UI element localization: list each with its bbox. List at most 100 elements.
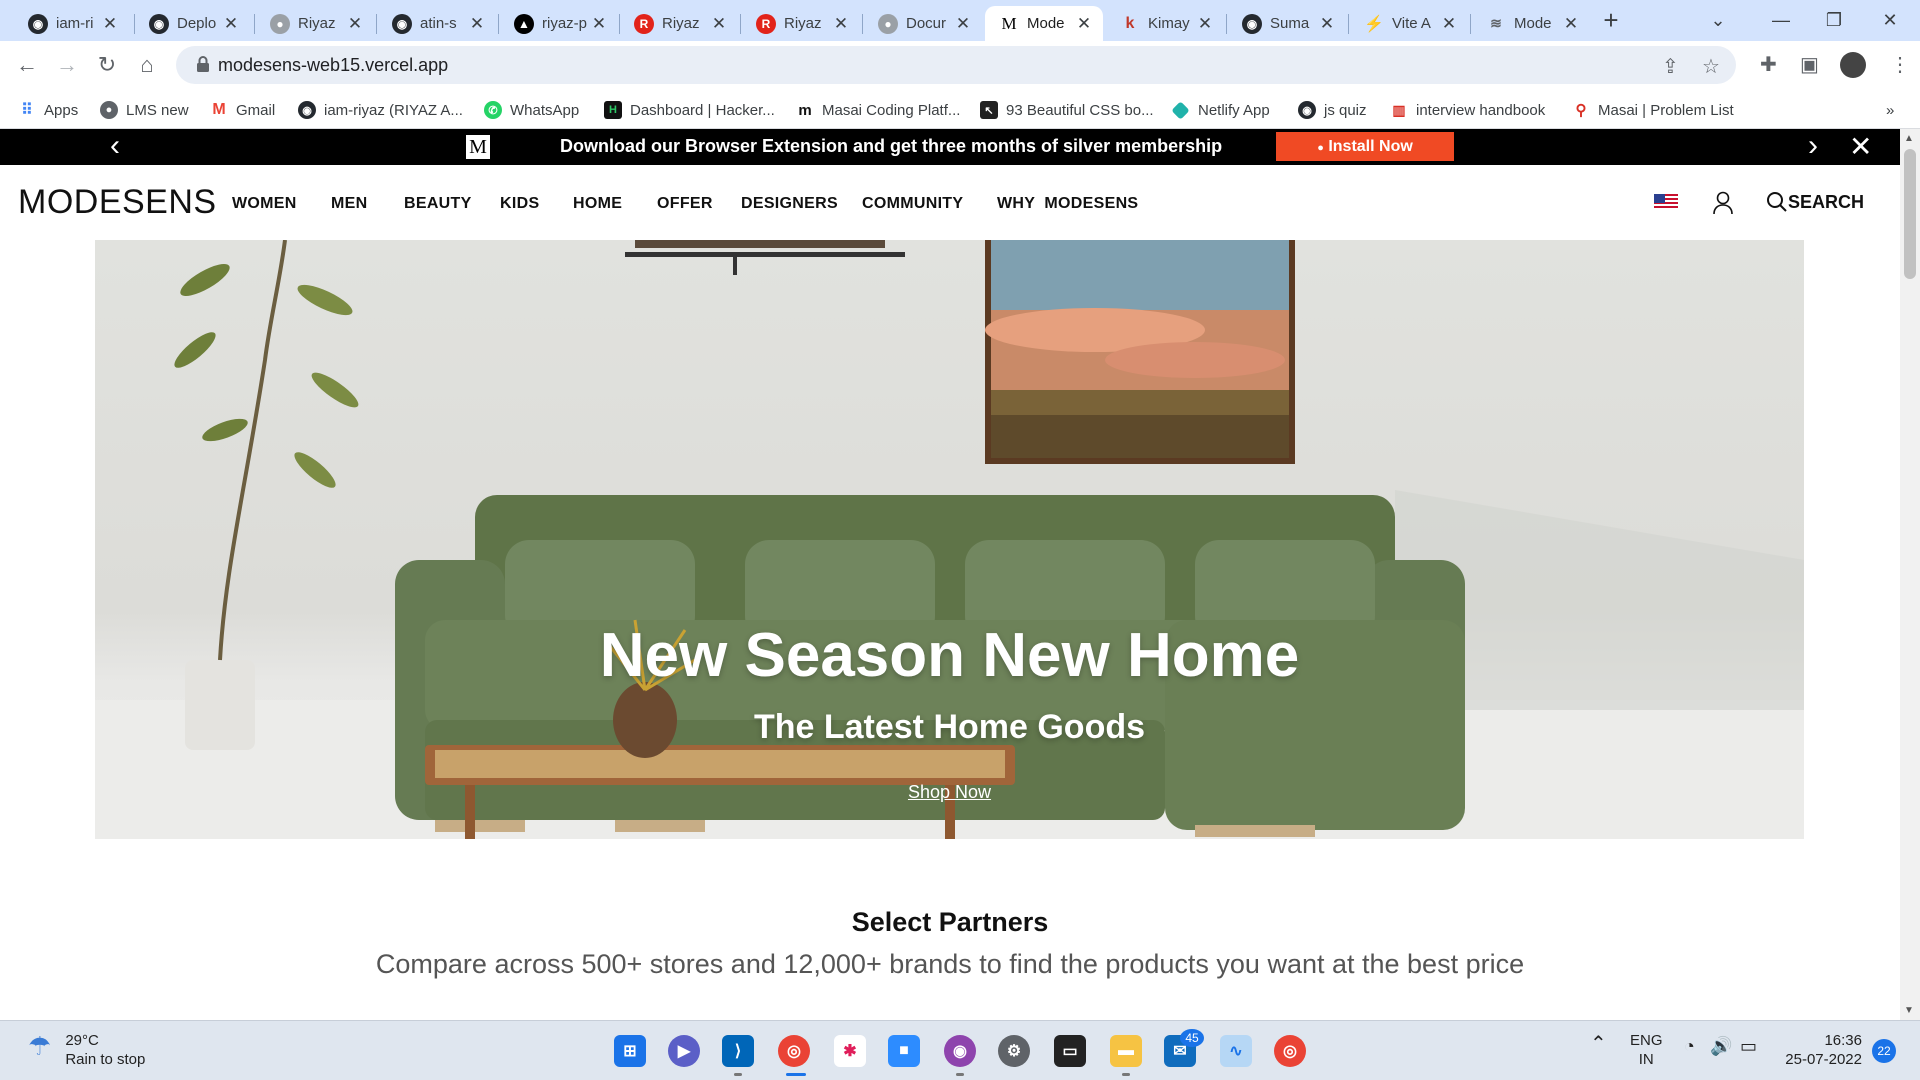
bookmark-masai-problem-list[interactable]: ⚲ Masai | Problem List xyxy=(1572,99,1734,121)
side-panel-icon[interactable]: ▣ xyxy=(1800,52,1819,77)
zoom-icon[interactable]: ■ xyxy=(888,1035,920,1067)
chrome-icon[interactable]: ◎ xyxy=(778,1035,810,1067)
close-tab-icon[interactable]: ✕ xyxy=(1562,14,1580,34)
clock[interactable]: 16:36 25-07-2022 xyxy=(1780,1031,1862,1069)
terminal-icon[interactable]: ▭ xyxy=(1054,1035,1086,1067)
tab[interactable]: ● Docur ✕ xyxy=(864,6,982,41)
tab[interactable]: ◉ iam-ri ✕ xyxy=(14,6,129,41)
teams-chat-icon[interactable]: ▶ xyxy=(668,1035,700,1067)
install-now-button[interactable]: ● Install Now xyxy=(1276,132,1454,161)
tab[interactable]: ◉ Deplo ✕ xyxy=(135,6,250,41)
show-hidden-icons-chevron-icon[interactable]: ⌃ xyxy=(1590,1034,1607,1054)
close-tab-icon[interactable]: ✕ xyxy=(101,14,119,34)
search-button[interactable]: SEARCH xyxy=(1766,191,1864,213)
scrollbar-thumb[interactable] xyxy=(1904,149,1916,279)
scroll-up-arrow-icon[interactable]: ▲ xyxy=(1904,133,1914,144)
address-bar[interactable]: modesens-web15.vercel.app ⇪ ☆ xyxy=(176,46,1736,84)
podcast-icon[interactable]: ◉ xyxy=(944,1035,976,1067)
minimize-button[interactable]: — xyxy=(1753,0,1809,40)
weather-temp: 29°C xyxy=(65,1032,99,1049)
nav-home[interactable]: HOME xyxy=(573,195,622,213)
close-tab-icon[interactable]: ✕ xyxy=(832,14,850,34)
bookmark-star-icon[interactable]: ☆ xyxy=(1702,54,1720,79)
close-tab-icon[interactable]: ✕ xyxy=(590,14,608,34)
chrome-profile-icon[interactable]: ◎ xyxy=(1274,1035,1306,1067)
profile-avatar[interactable] xyxy=(1840,52,1866,78)
shop-now-link[interactable]: Shop Now xyxy=(95,782,1804,803)
close-tab-icon[interactable]: ✕ xyxy=(710,14,728,34)
nav-women[interactable]: WOMEN xyxy=(232,195,297,213)
promo-next-arrow-icon[interactable]: › xyxy=(1808,131,1818,161)
performance-monitor-icon[interactable]: ∿ xyxy=(1220,1035,1252,1067)
start-windows-icon[interactable]: ⊞ xyxy=(614,1035,646,1067)
language-indicator[interactable]: ENG IN xyxy=(1630,1031,1663,1069)
nav-kids[interactable]: KIDS xyxy=(500,195,539,213)
more-bookmarks-button[interactable]: » xyxy=(1886,99,1894,121)
nav-men[interactable]: MEN xyxy=(331,195,367,213)
bookmark-apps[interactable]: ⠿ Apps xyxy=(18,99,78,121)
bookmark-masai-coding[interactable]: m Masai Coding Platf... xyxy=(796,99,960,121)
new-tab-button[interactable]: + xyxy=(1594,6,1628,36)
bookmark-github-profile[interactable]: ◉ iam-riyaz (RIYAZ A... xyxy=(298,99,463,121)
back-button[interactable]: ← xyxy=(12,50,42,80)
notification-badge[interactable]: 22 xyxy=(1872,1039,1896,1063)
share-icon[interactable]: ⇪ xyxy=(1662,54,1679,79)
close-tab-icon[interactable]: ✕ xyxy=(1440,14,1458,34)
promo-close-icon[interactable]: ✕ xyxy=(1849,133,1872,161)
nav-why-modesens[interactable]: WHY MODESENS xyxy=(997,195,1138,213)
browser-menu-icon[interactable]: ⋮ xyxy=(1890,52,1910,77)
bookmark-lms[interactable]: ● LMS new xyxy=(100,99,189,121)
tab[interactable]: R Riyaz ✕ xyxy=(742,6,860,41)
bookmark-netlify[interactable]: Netlify App xyxy=(1171,99,1270,121)
forward-button[interactable]: → xyxy=(52,50,82,80)
bookmark-label: js quiz xyxy=(1324,101,1367,119)
bookmark-js-quiz[interactable]: ◉ js quiz xyxy=(1298,99,1367,121)
tab-active[interactable]: M Mode ✕ xyxy=(985,6,1103,41)
page-scrollbar[interactable]: ▲ ▼ xyxy=(1900,129,1920,1020)
tab[interactable]: ≋ Mode ✕ xyxy=(1472,6,1590,41)
close-tab-icon[interactable]: ✕ xyxy=(1075,14,1093,34)
bookmark-whatsapp[interactable]: ✆ WhatsApp xyxy=(484,99,579,121)
nav-community[interactable]: COMMUNITY xyxy=(862,195,963,213)
nav-designers[interactable]: DESIGNERS xyxy=(741,195,838,213)
close-window-button[interactable]: ✕ xyxy=(1862,0,1918,40)
tab[interactable]: ⚡ Vite A ✕ xyxy=(1350,6,1468,41)
wifi-icon[interactable]: ◔ xyxy=(1684,1037,1695,1056)
scroll-down-arrow-icon[interactable]: ▼ xyxy=(1904,1005,1914,1016)
tab-search-chevron-icon[interactable]: ⌄ xyxy=(1690,0,1746,40)
nav-offer[interactable]: OFFER xyxy=(657,195,713,213)
bookmark-interview-handbook[interactable]: ▥ interview handbook xyxy=(1390,99,1545,121)
vscode-icon[interactable]: ⟩ xyxy=(722,1035,754,1067)
nav-beauty[interactable]: BEAUTY xyxy=(404,195,472,213)
promo-prev-arrow-icon[interactable]: ‹ xyxy=(110,131,120,161)
us-flag-icon[interactable] xyxy=(1654,194,1678,210)
restore-button[interactable]: ❐ xyxy=(1806,0,1862,40)
battery-icon[interactable]: ▭ xyxy=(1740,1037,1757,1056)
file-explorer-icon[interactable]: ▬ xyxy=(1110,1035,1142,1067)
tab-title: Deplo xyxy=(177,15,217,32)
close-tab-icon[interactable]: ✕ xyxy=(468,14,486,34)
site-logo[interactable]: MODESENS xyxy=(18,183,217,222)
extensions-puzzle-icon[interactable]: ✚ xyxy=(1760,52,1777,77)
slack-icon[interactable]: ✱ xyxy=(834,1035,866,1067)
tab[interactable]: R Riyaz ✕ xyxy=(620,6,738,41)
close-tab-icon[interactable]: ✕ xyxy=(954,14,972,34)
weather-widget[interactable]: ☂ 29°C Rain to stop xyxy=(28,1031,145,1069)
settings-gear-icon[interactable]: ⚙ xyxy=(998,1035,1030,1067)
tab[interactable]: k Kimay ✕ xyxy=(1106,6,1224,41)
close-tab-icon[interactable]: ✕ xyxy=(1196,14,1214,34)
tab[interactable]: ◉ Suma ✕ xyxy=(1228,6,1346,41)
volume-icon[interactable]: 🔊 xyxy=(1710,1037,1732,1056)
close-tab-icon[interactable]: ✕ xyxy=(346,14,364,34)
tab[interactable]: ◉ atin-s ✕ xyxy=(378,6,496,41)
bookmark-hackerrank[interactable]: H Dashboard | Hacker... xyxy=(604,99,775,121)
close-tab-icon[interactable]: ✕ xyxy=(222,14,240,34)
tab[interactable]: ● Riyaz ✕ xyxy=(256,6,374,41)
user-icon[interactable] xyxy=(1712,191,1734,215)
close-tab-icon[interactable]: ✕ xyxy=(1318,14,1336,34)
bookmark-css-buttons[interactable]: ↖ 93 Beautiful CSS bo... xyxy=(980,99,1154,121)
home-button[interactable]: ⌂ xyxy=(132,50,162,80)
bookmark-gmail[interactable]: M Gmail xyxy=(210,99,275,121)
reload-button[interactable]: ↻ xyxy=(92,50,122,80)
tab[interactable]: ▲ riyaz-p ✕ xyxy=(500,6,618,41)
